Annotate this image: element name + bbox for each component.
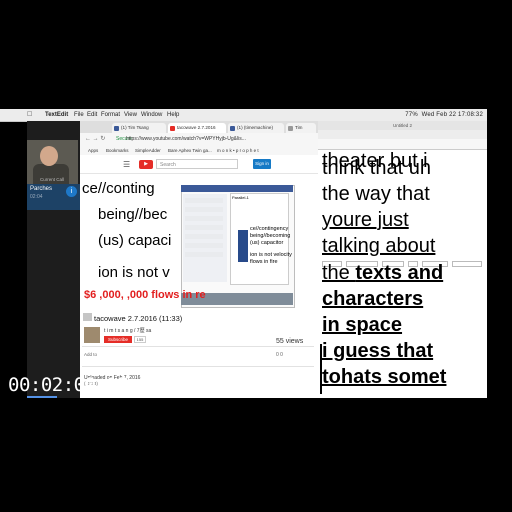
ruler[interactable]	[318, 139, 487, 150]
divider	[82, 346, 314, 347]
list-item	[185, 198, 223, 203]
call-info-button[interactable]: i	[66, 186, 77, 197]
sign-in-button[interactable]: Sign in	[253, 159, 271, 169]
nav-back-icon[interactable]: ← → ↻	[85, 135, 105, 142]
callee-body	[33, 164, 69, 186]
tab-tacowave[interactable]: tacowave 2.7.2016	[168, 123, 226, 133]
bookmark-monk-prophet[interactable]: m o n k • p r o p h e t	[217, 148, 259, 153]
bookmark-simpleadder[interactable]: SimpleAdder	[135, 148, 161, 153]
call-status: Current Call	[40, 177, 65, 182]
menu-file[interactable]: File	[74, 112, 84, 118]
list-item	[185, 225, 223, 230]
tab-tim-tsang[interactable]: (1) Tim Tsang	[112, 123, 166, 133]
list-item	[185, 234, 223, 239]
timecode: 00:02:00;12	[8, 374, 129, 396]
menu-edit[interactable]: Edit	[87, 112, 97, 118]
menu-help[interactable]: Help	[167, 112, 179, 118]
video-title: tacowave 2.7.2016 (11:33)	[94, 314, 183, 323]
inner-text-line: flows in fire	[250, 259, 278, 265]
inner-text-line: (us) capacitor	[250, 240, 284, 246]
facebook-icon	[230, 125, 235, 131]
inner-text-line: being//becoming	[250, 233, 291, 239]
divider	[82, 366, 314, 367]
youtube-icon	[170, 125, 175, 131]
video-text-line: being//bec	[98, 206, 168, 223]
text-line[interactable]: characters	[322, 288, 423, 311]
text-span-bold: texts and	[355, 262, 444, 284]
menu-icon[interactable]: ☰	[123, 160, 130, 169]
channel-avatar[interactable]	[84, 327, 100, 343]
video-text-line: ion is not v	[98, 264, 170, 281]
menu-format[interactable]: Format	[101, 112, 120, 118]
subscribe-button[interactable]: Subscribe	[104, 336, 132, 343]
text-span: the	[322, 262, 356, 284]
facebook-bar	[181, 185, 293, 192]
phone-thumbnail	[238, 230, 248, 262]
bookmark-apps[interactable]: Apps	[88, 148, 98, 153]
video-text-line: ce//conting	[82, 180, 155, 197]
tab-timemachine[interactable]: (1) (timemachine)	[228, 123, 284, 133]
tab-tim[interactable]: Tim	[286, 123, 316, 133]
spacing-dropdown[interactable]	[452, 261, 482, 267]
caller-name: Parches	[30, 186, 53, 192]
list-item	[185, 252, 223, 257]
text-line[interactable]: youre just	[322, 209, 409, 232]
search-input[interactable]: Search	[156, 159, 238, 169]
callee-head	[40, 146, 58, 166]
panel-label: Parallel-1	[232, 195, 249, 200]
inner-text-line: ion is not velocity	[250, 252, 292, 258]
text-line[interactable]: i guess that	[322, 340, 433, 363]
like-dislike-count[interactable]: 0 0	[276, 352, 283, 358]
text-line[interactable]: tohats somet	[322, 366, 446, 389]
textedit-title: Untitled 2	[318, 121, 487, 130]
facebook-icon	[114, 125, 119, 131]
list-item	[185, 207, 223, 212]
menu-status-area: 77% Wed Feb 22 17:08:32	[405, 112, 483, 118]
subscriber-count: 155	[134, 336, 146, 343]
view-count: 55 views	[276, 338, 304, 345]
bookmark-bookmarks[interactable]: Bookmarks	[106, 148, 129, 153]
menu-app-name[interactable]: TextEdit	[45, 112, 68, 118]
add-to-button[interactable]: Add to	[84, 352, 97, 357]
page-icon	[288, 125, 293, 131]
menu-view[interactable]: View	[124, 112, 137, 118]
url-text[interactable]: https://www.youtube.com/watch?v=WPYHyjb-…	[126, 136, 246, 142]
channel-name[interactable]: t i m t s a n g / 7歴 sa	[104, 327, 151, 334]
video-text-line: (us) capaci	[98, 232, 172, 249]
inner-text-line: ce//contingency	[250, 226, 289, 232]
list-item	[185, 243, 223, 248]
text-line[interactable]: in space	[322, 314, 402, 337]
call-duration: 02:04	[30, 194, 43, 200]
menu-clock[interactable]: Wed Feb 22 17:08:32	[422, 112, 483, 118]
video-thumbnail-icon	[83, 313, 92, 321]
video-overlay-text: $6 ,000, ,000 flows in re	[84, 289, 206, 301]
apple-icon[interactable]: 	[27, 111, 32, 118]
menu-window[interactable]: Window	[141, 112, 162, 118]
list-item	[185, 216, 223, 221]
text-line[interactable]: think that uh	[322, 157, 431, 180]
battery-level: 77%	[405, 111, 418, 118]
bookmark-aphex[interactable]: Bare Aphex Twin ga...	[168, 148, 212, 153]
text-line-mixed[interactable]: the texts and	[322, 262, 443, 285]
progress-indicator	[27, 396, 57, 398]
youtube-logo[interactable]: ▶	[139, 160, 153, 169]
selection-border	[320, 344, 322, 394]
text-line[interactable]: talking about	[322, 235, 435, 258]
text-line[interactable]: the way that	[322, 183, 430, 206]
